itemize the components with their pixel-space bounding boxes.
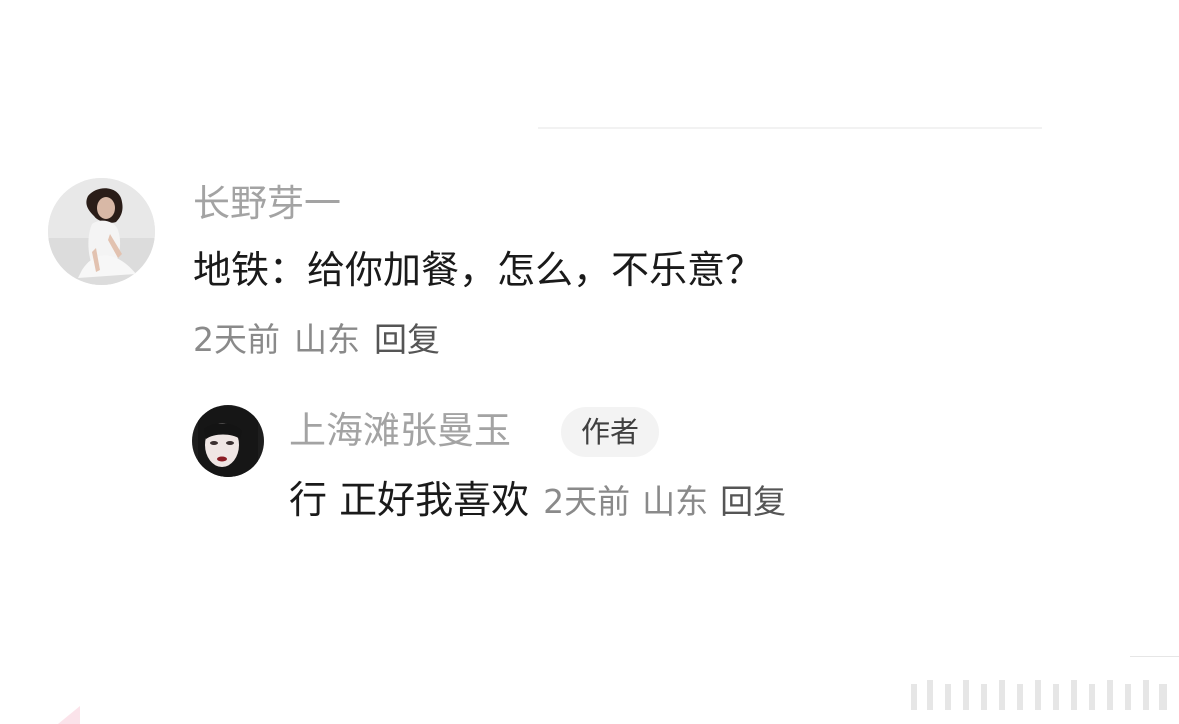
avatar[interactable] xyxy=(48,178,155,285)
reply-button[interactable]: 回复 xyxy=(374,320,440,359)
watermark-icon xyxy=(905,670,1175,720)
reply-text: 行 正好我喜欢 xyxy=(289,478,530,522)
avatar-photo-icon xyxy=(192,405,264,477)
comment-text: 地铁：给你加餐，怎么，不乐意？ xyxy=(193,248,764,292)
comment-location: 山东 xyxy=(294,320,360,359)
reply-avatar[interactable] xyxy=(192,405,264,477)
corner-decoration xyxy=(58,706,80,724)
avatar-photo-icon xyxy=(48,178,155,285)
divider xyxy=(1130,656,1179,657)
comment-time: 2天前 xyxy=(193,320,280,359)
reply-username[interactable]: 上海滩张曼玉 xyxy=(289,409,511,453)
comment-username[interactable]: 长野芽一 xyxy=(193,182,341,226)
reply-meta: 2天前 山东 回复 xyxy=(543,482,798,521)
reply-content: 行 正好我喜欢 2天前 山东 回复 xyxy=(289,476,798,526)
reply-button[interactable]: 回复 xyxy=(720,482,786,521)
divider xyxy=(538,127,1042,129)
reply-time: 2天前 xyxy=(543,482,631,521)
reply-location: 山东 xyxy=(642,482,709,521)
author-badge: 作者 xyxy=(561,407,659,457)
comment-meta: 2天前 山东 回复 xyxy=(193,320,454,360)
